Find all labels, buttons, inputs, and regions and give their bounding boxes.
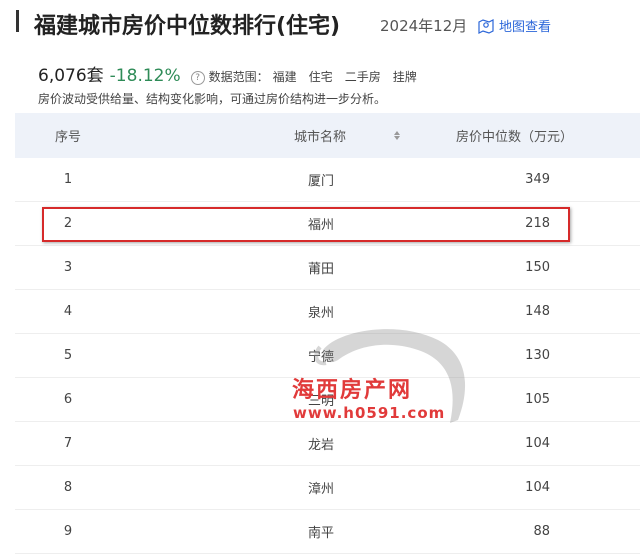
report-date: 2024年12月 — [380, 17, 468, 35]
row-index: 1 — [63, 172, 73, 187]
highlight-box — [42, 207, 570, 242]
price-change: -18.12% — [109, 66, 181, 86]
map-view-link[interactable]: 地图查看 — [478, 16, 551, 35]
scope-tag-type: 住宅 — [308, 70, 333, 84]
row-index: 7 — [63, 436, 73, 451]
row-price: 88 — [533, 524, 550, 539]
summary-bar: 6,076套 -18.12% ? 数据范围： 福建 住宅 二手房 挂牌 — [38, 61, 417, 86]
ranking-table: 序号 城市名称 房价中位数（万元） 1 厦门 349 2 福州 218 3 莆田 150 4 泉州 1… — [15, 113, 640, 554]
scope-label: 数据范围： — [208, 70, 269, 84]
row-index: 5 — [63, 348, 73, 363]
table-row[interactable]: 1 厦门 349 — [15, 158, 640, 202]
row-city: 南平 — [308, 526, 335, 541]
map-pin-icon — [478, 18, 494, 34]
row-price: 148 — [525, 304, 550, 319]
row-city: 龙岩 — [308, 438, 335, 453]
row-index: 6 — [63, 392, 73, 407]
map-view-label[interactable]: 地图查看 — [499, 16, 551, 35]
row-city: 宁德 — [308, 350, 335, 365]
row-price: 150 — [525, 260, 550, 275]
table-row[interactable]: 9 南平 88 — [15, 510, 640, 554]
header-index: 序号 — [54, 130, 81, 145]
row-price: 104 — [525, 436, 550, 451]
row-price: 104 — [525, 480, 550, 495]
table-row[interactable]: 4 泉州 148 — [15, 290, 640, 334]
table-header: 序号 城市名称 房价中位数（万元） — [15, 113, 640, 158]
row-index: 9 — [63, 524, 73, 539]
watermark-name: 海西房产网 — [292, 378, 413, 403]
row-city: 漳州 — [308, 482, 335, 497]
scope-tag-market: 二手房 — [344, 70, 381, 84]
help-icon[interactable]: ? — [190, 71, 205, 85]
scope-tag-source: 挂牌 — [392, 70, 417, 84]
explanatory-note: 房价波动受供给量、结构变化影响，可通过房价结构进一步分析。 — [38, 92, 387, 106]
listing-count: 6,076套 — [38, 66, 104, 86]
table-row[interactable]: 8 漳州 104 — [15, 466, 640, 510]
row-price: 349 — [525, 172, 550, 187]
table-row[interactable]: 3 莆田 150 — [15, 246, 640, 290]
row-city: 泉州 — [308, 306, 335, 321]
table-row[interactable]: 7 龙岩 104 — [15, 422, 640, 466]
row-price: 130 — [525, 348, 550, 363]
row-index: 8 — [63, 480, 73, 495]
row-index: 3 — [63, 260, 73, 275]
page-title: 福建城市房价中位数排行(住宅) — [34, 14, 341, 39]
header-price: 房价中位数（万元） — [455, 130, 573, 145]
watermark-url: www.h0591.com — [293, 404, 446, 422]
header-city-label: 城市名称 — [294, 130, 347, 145]
title-accent-bar — [16, 10, 19, 32]
sort-icon[interactable] — [394, 131, 401, 140]
row-city: 厦门 — [308, 174, 335, 189]
row-city: 莆田 — [308, 262, 335, 277]
scope-tag-region: 福建 — [272, 70, 297, 84]
row-index: 4 — [63, 304, 73, 319]
header-city[interactable]: 城市名称 — [118, 126, 428, 145]
